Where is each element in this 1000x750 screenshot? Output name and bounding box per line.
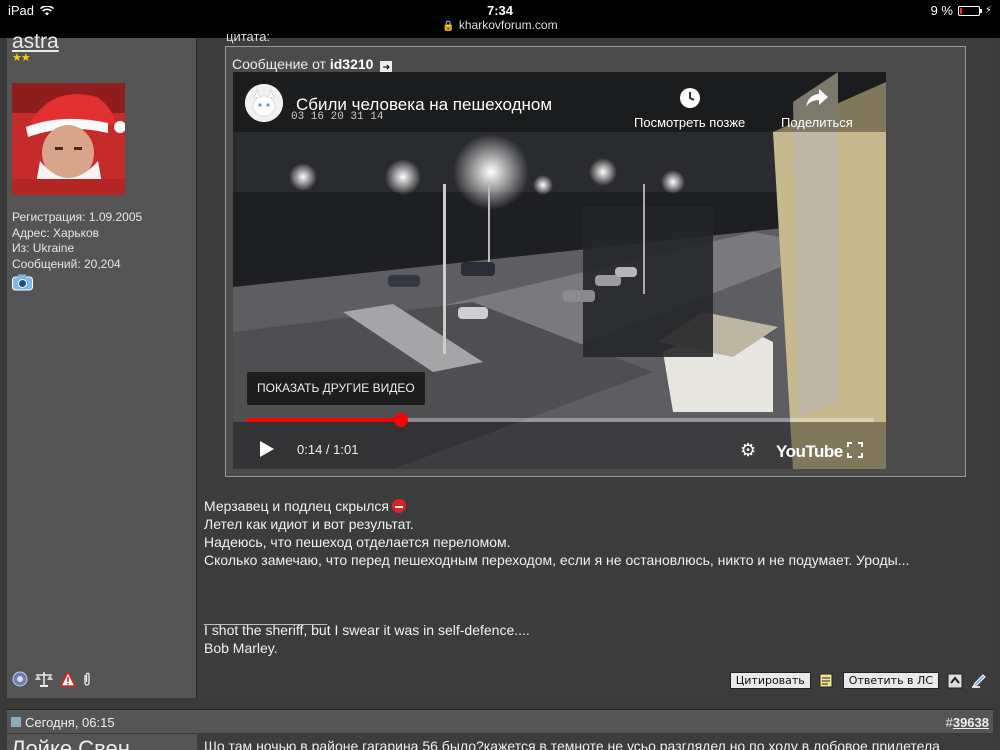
message-line-4: Сколько замечаю, что перед пешеходным пе… [204, 552, 910, 568]
battery-percent: 9 % [930, 3, 953, 18]
youtube-logo[interactable]: YouTube [776, 442, 843, 462]
play-icon[interactable] [259, 440, 275, 458]
user-address: Адрес: Харьков [12, 225, 100, 240]
avatar[interactable] [12, 83, 125, 195]
share-label: Поделиться [781, 115, 853, 130]
message-line-2: Летел как идиот и вот результат. [204, 516, 414, 532]
next-post-date: Сегодня, 06:15 [11, 715, 115, 730]
progress-scrubber[interactable] [393, 413, 408, 427]
reputation-scales-icon[interactable] [34, 671, 54, 687]
rank-stars: ★★ [12, 52, 31, 64]
camera-icon[interactable] [12, 274, 33, 291]
quote-author: id3210 [329, 56, 374, 72]
attachment-icon[interactable] [82, 671, 92, 687]
battery-icon [957, 5, 982, 16]
report-warning-icon[interactable] [60, 671, 76, 687]
next-post-text: Шо там ночью в районе гагарина 56 было?к… [204, 738, 940, 750]
next-post-content: Шо там ночью в районе гагарина 56 было?к… [198, 734, 993, 750]
charging-icon: ⚡ [984, 5, 992, 16]
quote-label: цитата: [226, 29, 271, 44]
multi-quote-icon[interactable] [819, 673, 835, 689]
quote-button[interactable]: Цитировать [729, 672, 811, 689]
lock-icon: 🔒 [442, 21, 455, 32]
video-progress-bar[interactable] [247, 413, 874, 427]
settings-gear-icon[interactable]: ⚙ [740, 440, 756, 461]
user-registration: Регистрация: 1.09.2005 [12, 210, 143, 224]
post-number-hash: # [945, 715, 953, 730]
user-info: Регистрация: 1.09.2005 Адрес: Харьков Из… [12, 210, 142, 272]
edit-post-icon[interactable] [971, 673, 987, 689]
more-videos-button[interactable]: ПОКАЗАТЬ ДРУГИЕ ВИДЕО [247, 372, 425, 405]
url-domain: kharkovforum.com [458, 18, 558, 32]
top-of-page-icon[interactable] [947, 673, 963, 689]
post-number-link[interactable]: 39638 [953, 715, 989, 730]
quote-box: Сообщение от id3210 ➔ 03 16 20 31 14 Сби… [225, 46, 966, 477]
progress-played [247, 418, 401, 422]
user-country: Из: Ukraine [12, 241, 75, 255]
video-time: 0:14 / 1:01 [297, 442, 359, 457]
online-status-icon[interactable] [12, 671, 28, 687]
url-bar[interactable]: 🔒 kharkovforum.com [0, 18, 1000, 38]
message-line-3: Надеюсь, что пешеход отделается переломо… [204, 534, 511, 550]
watch-later-button[interactable]: Посмотреть позже [634, 87, 745, 130]
signature: I shot the sheriff, but I swear it was i… [204, 621, 530, 657]
channel-avatar[interactable] [245, 84, 283, 122]
user-action-icons [12, 671, 92, 687]
message-line-1: Мерзавец и подлец скрылся [204, 497, 909, 515]
video-title[interactable]: Сбили человека на пешеходном [296, 95, 552, 115]
message-text: Мерзавец и подлец скрылся [204, 498, 389, 514]
clock: 7:34 [486, 3, 514, 18]
post-message: Мерзавец и подлец скрылся Летел как идио… [204, 497, 909, 569]
share-button[interactable]: Поделиться [781, 87, 853, 130]
reply-pm-button[interactable]: Ответить в ЛС [842, 672, 939, 689]
watch-later-label: Посмотреть позже [634, 115, 746, 130]
next-post-number[interactable]: #39638 [946, 715, 989, 730]
next-post-username[interactable]: Лойке Свен [11, 736, 130, 750]
signature-line-2: Bob Marley. [204, 640, 278, 656]
signature-line-1: I shot the sheriff, but I swear it was i… [204, 622, 530, 638]
quote-header: Сообщение от id3210 ➔ [232, 56, 393, 73]
post-user-sidebar: astra ★★ Регистрация: 1.09.2005 Адрес: Х… [7, 30, 197, 698]
clock-icon [679, 88, 700, 108]
next-post-header: Сегодня, 06:15 #39638 [7, 709, 993, 733]
quote-prefix: Сообщение от [232, 56, 326, 72]
status-right: 9 % ⚡ [931, 3, 992, 18]
next-post-sidebar: Лойке Свен [7, 734, 197, 750]
post-content: цитата: Сообщение от id3210 ➔ 03 16 20 3… [198, 29, 993, 698]
next-post-date-text: Сегодня, 06:15 [25, 715, 115, 730]
youtube-embed[interactable]: 03 16 20 31 14 Сбили человека на пешеход… [233, 72, 886, 469]
video-frame: 03 16 20 31 14 [233, 72, 886, 469]
user-post-count: Сообщений: 20,204 [12, 256, 121, 271]
post-actions: Цитировать Ответить в ЛС [729, 672, 987, 689]
post-document-icon [11, 717, 21, 727]
share-arrow-icon [805, 89, 828, 107]
fullscreen-icon[interactable] [847, 442, 863, 458]
angry-smiley-icon [391, 499, 406, 513]
